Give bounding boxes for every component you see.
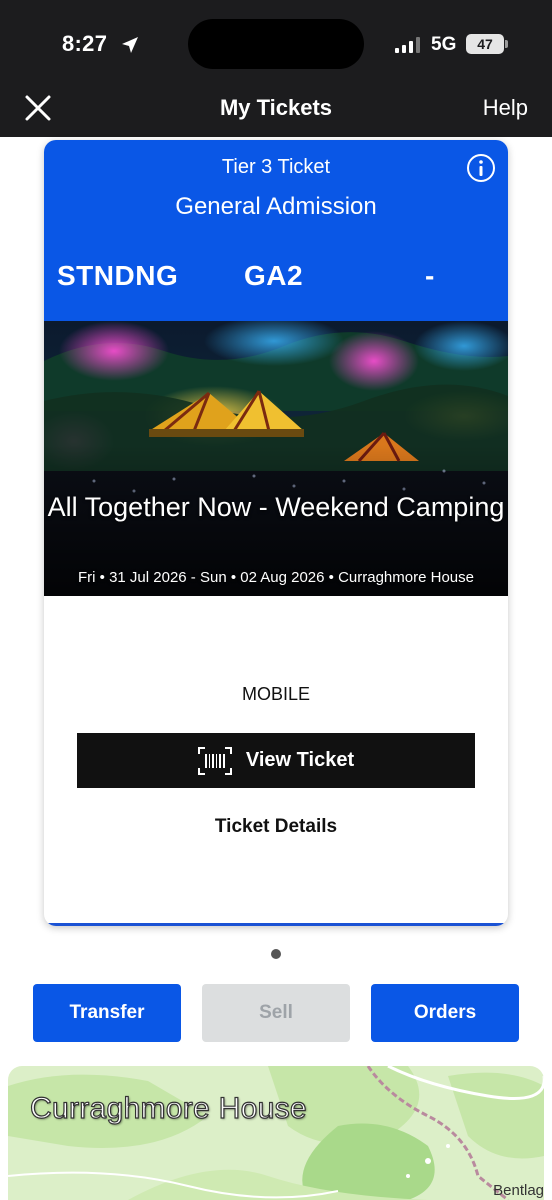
top-bar: 8:27 5G 47 My Tickets Help (0, 0, 552, 137)
ticket-header: Tier 3 Ticket General Admission STNDNG G… (44, 140, 508, 321)
my-tickets-screen: 8:27 5G 47 My Tickets Help Tier 3 Ticket (0, 0, 552, 1200)
map-place-label: Bentlag (493, 1182, 544, 1199)
card-bottom-accent (44, 923, 508, 926)
map-background (8, 1066, 544, 1200)
barcode-icon (197, 746, 232, 775)
ticket-tier: Tier 3 Ticket (221, 156, 331, 178)
delivery-method: MOBILE (241, 684, 311, 704)
ticket-seat: - (425, 260, 435, 291)
pagination-dot[interactable] (271, 949, 281, 959)
transfer-button[interactable]: Transfer (33, 984, 181, 1042)
event-title: All Together Now - Weekend Camping (47, 492, 505, 522)
view-ticket-label: View Ticket (245, 749, 355, 771)
event-image: All Together Now - Weekend Camping Fri •… (44, 321, 508, 596)
signal-icon (395, 37, 420, 53)
info-icon[interactable] (466, 153, 496, 183)
ticket-card: Tier 3 Ticket General Admission STNDNG G… (44, 140, 508, 926)
battery-tip (505, 40, 508, 48)
status-time: 8:27 (62, 31, 108, 56)
orders-button[interactable]: Orders (371, 984, 519, 1042)
map-venue-name: Curraghmore House (29, 1091, 307, 1125)
close-icon[interactable] (24, 94, 52, 122)
ticket-admission: General Admission (175, 193, 377, 220)
location-arrow-icon (122, 37, 138, 53)
dynamic-island (188, 19, 364, 69)
battery-indicator: 47 (466, 34, 504, 54)
help-link[interactable]: Help (483, 95, 528, 121)
sell-button[interactable]: Sell (202, 984, 350, 1042)
page-title: My Tickets (219, 95, 333, 120)
ticket-section: STNDNG (57, 260, 179, 291)
event-meta: Fri • 31 Jul 2026 - Sun • 02 Aug 2026 • … (78, 569, 474, 586)
network-type: 5G (431, 34, 457, 55)
ticket-row: GA2 (244, 260, 304, 291)
festival-illustration (44, 321, 508, 596)
view-ticket-button[interactable]: View Ticket (77, 733, 475, 788)
ticket-details-link[interactable]: Ticket Details (44, 816, 508, 838)
venue-map[interactable]: Curraghmore House Bentlag (8, 1066, 544, 1200)
